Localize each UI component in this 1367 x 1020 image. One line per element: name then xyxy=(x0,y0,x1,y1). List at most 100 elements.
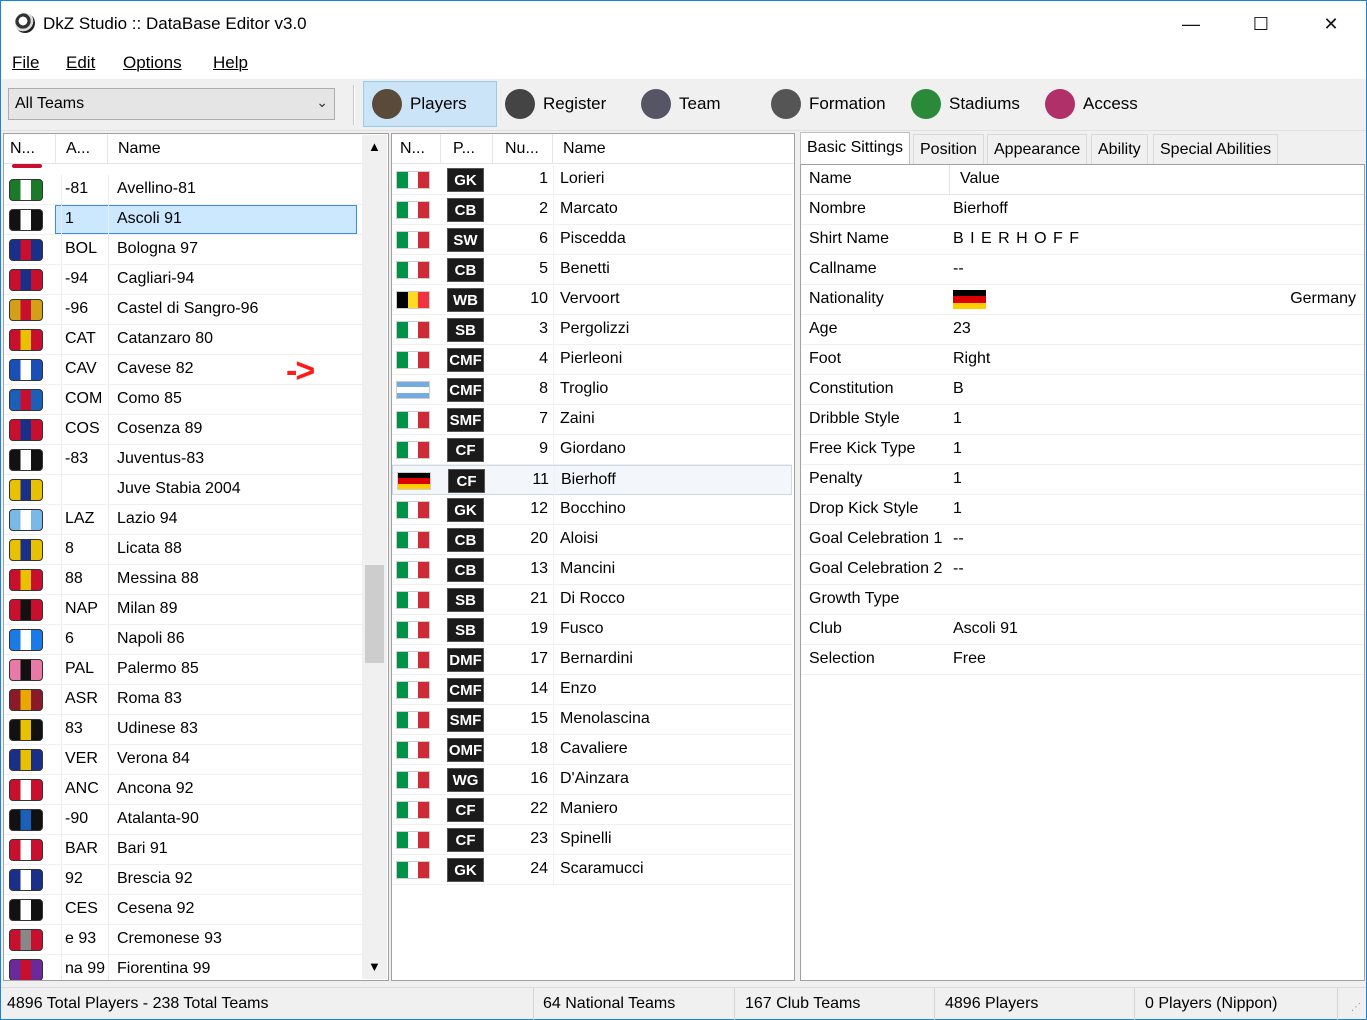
team-row[interactable]: ANC Ancona 92 xyxy=(4,775,364,805)
player-row[interactable]: WG 16 D'Ainzara xyxy=(392,765,792,795)
detail-value[interactable]: B I E R H O F F xyxy=(953,225,1353,254)
players-col-name[interactable]: Name xyxy=(553,134,794,164)
detail-value[interactable]: 1 xyxy=(953,405,1353,434)
detail-row[interactable]: Club Ascoli 91 xyxy=(801,615,1364,645)
player-row[interactable]: CMF 14 Enzo xyxy=(392,675,792,705)
team-row[interactable]: VER Verona 84 xyxy=(4,745,364,775)
teams-scrollbar[interactable]: ▲ ▼ xyxy=(362,135,387,979)
team-row[interactable]: 1 Ascoli 91 xyxy=(4,205,364,235)
tab-special-abilities[interactable]: Special Abilities xyxy=(1153,134,1279,164)
player-row[interactable]: GK 1 Lorieri xyxy=(392,165,792,195)
player-row[interactable]: CB 20 Aloisi xyxy=(392,525,792,555)
maximize-button[interactable]: ☐ xyxy=(1226,1,1296,47)
menu-edit[interactable]: Edit xyxy=(66,53,95,73)
team-row[interactable]: 88 Messina 88 xyxy=(4,565,364,595)
team-row[interactable]: e 93 Cremonese 93 xyxy=(4,925,364,955)
detail-row[interactable]: Nombre Bierhoff xyxy=(801,195,1364,225)
team-row[interactable]: COS Cosenza 89 xyxy=(4,415,364,445)
teams-col-abbr[interactable]: A... xyxy=(56,134,108,164)
player-row[interactable]: CF 9 Giordano xyxy=(392,435,792,465)
player-row[interactable]: DMF 17 Bernardini xyxy=(392,645,792,675)
team-row[interactable]: -96 Castel di Sangro-96 xyxy=(4,295,364,325)
menu-help[interactable]: Help xyxy=(213,53,248,73)
player-row[interactable]: SMF 15 Menolascina xyxy=(392,705,792,735)
team-row[interactable]: 83 Udinese 83 xyxy=(4,715,364,745)
detail-value[interactable]: Ascoli 91 xyxy=(953,615,1353,644)
detail-row[interactable]: Shirt Name B I E R H O F F xyxy=(801,225,1364,255)
teams-col-name[interactable]: Name xyxy=(108,134,364,164)
detail-row[interactable]: Callname -- xyxy=(801,255,1364,285)
menu-options[interactable]: Options xyxy=(123,53,182,73)
detail-row[interactable]: Penalty 1 xyxy=(801,465,1364,495)
player-row[interactable]: SB 3 Pergolizzi xyxy=(392,315,792,345)
player-row[interactable]: SB 19 Fusco xyxy=(392,615,792,645)
team-row[interactable]: -83 Juventus-83 xyxy=(4,445,364,475)
player-row[interactable]: CF 23 Spinelli xyxy=(392,825,792,855)
player-row[interactable]: CB 5 Benetti xyxy=(392,255,792,285)
team-row[interactable]: -94 Cagliari-94 xyxy=(4,265,364,295)
detail-value[interactable]: Germany xyxy=(1290,285,1356,314)
detail-row[interactable]: Foot Right xyxy=(801,345,1364,375)
team-row[interactable]: 92 Brescia 92 xyxy=(4,865,364,895)
menu-file[interactable]: File xyxy=(12,53,39,73)
detail-value[interactable]: 23 xyxy=(953,315,1353,344)
team-row[interactable]: Juve Stabia 2004 xyxy=(4,475,364,505)
tab-ability[interactable]: Ability xyxy=(1091,134,1148,164)
detail-value[interactable]: 1 xyxy=(953,465,1353,494)
team-row[interactable]: CAT Catanzaro 80 xyxy=(4,325,364,355)
detail-row[interactable]: Growth Type xyxy=(801,585,1364,615)
team-row[interactable]: PAL Palermo 85 xyxy=(4,655,364,685)
player-row[interactable]: CB 2 Marcato xyxy=(392,195,792,225)
players-col-position[interactable]: P... xyxy=(441,134,493,164)
scroll-up-icon[interactable]: ▲ xyxy=(368,139,381,154)
team-filter-dropdown[interactable]: All Teams ⌄ xyxy=(8,88,335,120)
detail-value[interactable]: Bierhoff xyxy=(953,195,1353,224)
team-row[interactable]: -90 Atalanta-90 xyxy=(4,805,364,835)
toolbar-players-button[interactable]: Players xyxy=(363,81,497,127)
toolbar-access-button[interactable]: Access xyxy=(1037,81,1146,127)
toolbar-stadiums-button[interactable]: Stadiums xyxy=(903,81,1028,127)
players-col-nation[interactable]: N... xyxy=(392,134,441,164)
team-row[interactable]: CES Cesena 92 xyxy=(4,895,364,925)
team-row[interactable]: 8 Licata 88 xyxy=(4,535,364,565)
player-row[interactable]: OMF 18 Cavaliere xyxy=(392,735,792,765)
detail-value[interactable]: -- xyxy=(953,555,1353,584)
toolbar-register-button[interactable]: Register xyxy=(497,81,614,127)
toolbar-formation-button[interactable]: Formation xyxy=(763,81,894,127)
detail-row[interactable]: Dribble Style 1 xyxy=(801,405,1364,435)
detail-row[interactable]: Age 23 xyxy=(801,315,1364,345)
detail-row[interactable]: Selection Free xyxy=(801,645,1364,675)
players-col-number[interactable]: Nu... xyxy=(493,134,553,164)
player-row[interactable]: SMF 7 Zaini xyxy=(392,405,792,435)
detail-value[interactable]: Free xyxy=(953,645,1353,674)
player-row[interactable]: CMF 8 Troglio xyxy=(392,375,792,405)
team-row[interactable]: BOL Bologna 97 xyxy=(4,235,364,265)
detail-row[interactable]: Goal Celebration 2 -- xyxy=(801,555,1364,585)
player-row[interactable]: SW 6 Piscedda xyxy=(392,225,792,255)
detail-value[interactable]: B xyxy=(953,375,1353,404)
team-row[interactable]: LAZ Lazio 94 xyxy=(4,505,364,535)
player-row[interactable]: GK 12 Bocchino xyxy=(392,495,792,525)
team-row[interactable]: NAP Milan 89 xyxy=(4,595,364,625)
minimize-button[interactable]: — xyxy=(1156,1,1226,47)
tab-basic-sittings[interactable]: Basic Sittings xyxy=(800,132,911,164)
detail-row[interactable]: Drop Kick Style 1 xyxy=(801,495,1364,525)
detail-value[interactable]: 1 xyxy=(953,495,1353,524)
teams-col-nation[interactable]: N... xyxy=(4,134,56,164)
tab-appearance[interactable]: Appearance xyxy=(987,134,1088,164)
player-row[interactable]: GK 24 Scaramucci xyxy=(392,855,792,885)
team-row[interactable]: BAR Bari 91 xyxy=(4,835,364,865)
tab-position[interactable]: Position xyxy=(913,134,984,164)
detail-value[interactable]: -- xyxy=(953,255,1353,284)
toolbar-team-button[interactable]: Team xyxy=(633,81,729,127)
detail-row[interactable]: Nationality Germany xyxy=(801,285,1364,315)
detail-value[interactable]: 1 xyxy=(953,435,1353,464)
detail-row[interactable]: Goal Celebration 1 -- xyxy=(801,525,1364,555)
player-row[interactable]: CF 11 Bierhoff xyxy=(392,465,792,495)
detail-value[interactable] xyxy=(953,585,1353,614)
detail-value[interactable]: Right xyxy=(953,345,1353,374)
player-row[interactable]: CMF 4 Pierleoni xyxy=(392,345,792,375)
scrollbar-thumb[interactable] xyxy=(365,565,384,663)
player-row[interactable]: CF 22 Maniero xyxy=(392,795,792,825)
detail-value[interactable]: -- xyxy=(953,525,1353,554)
